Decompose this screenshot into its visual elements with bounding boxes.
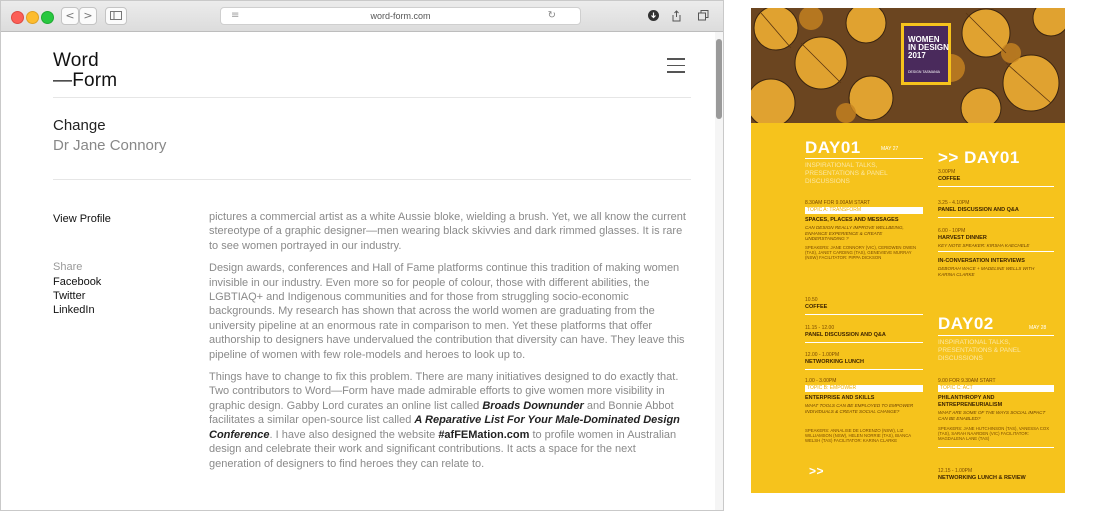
browser-window: < > ≡ word-form.com ↻ Word —Form Change … bbox=[0, 0, 724, 511]
broads-downunder-link[interactable]: Broads Downunder bbox=[482, 400, 583, 412]
article-author: Dr Jane Connory bbox=[53, 137, 167, 154]
download-icon bbox=[647, 10, 659, 21]
paragraph-3: Things have to change to fix this proble… bbox=[209, 371, 680, 470]
browser-toolbar: < > ≡ word-form.com ↻ bbox=[1, 1, 723, 32]
article-body: pictures a commercial artist as a white … bbox=[209, 210, 687, 479]
share-button[interactable] bbox=[665, 7, 687, 25]
sidebar-toggle-button[interactable] bbox=[105, 7, 127, 25]
day01-continued-heading: >> DAY01 bbox=[938, 148, 1020, 167]
scrollbar-thumb[interactable] bbox=[716, 39, 722, 119]
close-window-button[interactable] bbox=[11, 11, 24, 24]
header-divider bbox=[53, 97, 691, 98]
logo-line-1: Word bbox=[53, 50, 99, 71]
share-facebook-link[interactable]: Facebook bbox=[53, 276, 101, 288]
paragraph-1: pictures a commercial artist as a white … bbox=[209, 211, 686, 252]
hamburger-menu-icon[interactable] bbox=[667, 58, 685, 78]
poster-header-photo: WOMEN IN DESIGN 2017 DESIGN TASMANIA bbox=[751, 8, 1065, 123]
share-label: Share bbox=[53, 261, 83, 273]
forward-button[interactable]: > bbox=[79, 7, 97, 25]
back-icon: < bbox=[65, 9, 75, 22]
url-text: word-form.com bbox=[370, 11, 431, 21]
affemation-link[interactable]: #afFEMation.com bbox=[438, 429, 529, 441]
view-profile-link[interactable]: View Profile bbox=[53, 213, 111, 225]
title-divider bbox=[53, 179, 691, 180]
event-poster-image: WOMEN IN DESIGN 2017 DESIGN TASMANIA DAY… bbox=[751, 8, 1065, 493]
share-icon bbox=[672, 10, 680, 22]
back-button[interactable]: < bbox=[61, 7, 79, 25]
tabs-overview-button[interactable] bbox=[692, 7, 714, 25]
minimize-window-button[interactable] bbox=[26, 11, 39, 24]
web-page: Word —Form Change Dr Jane Connory View P… bbox=[1, 32, 717, 510]
day02-heading: DAY02 bbox=[938, 314, 994, 333]
sidebar-icon bbox=[110, 11, 122, 20]
tabs-icon bbox=[697, 10, 708, 21]
logo-line-2: —Form bbox=[53, 70, 118, 91]
site-logo[interactable]: Word —Form bbox=[53, 51, 117, 91]
reload-icon[interactable]: ↻ bbox=[548, 8, 556, 24]
forward-icon: > bbox=[83, 9, 93, 22]
share-linkedin-link[interactable]: LinkedIn bbox=[53, 304, 95, 316]
downloads-button[interactable] bbox=[642, 7, 664, 25]
address-bar[interactable]: ≡ word-form.com ↻ bbox=[220, 7, 581, 25]
day01-heading: DAY01 bbox=[805, 138, 861, 157]
share-twitter-link[interactable]: Twitter bbox=[53, 290, 85, 302]
zoom-window-button[interactable] bbox=[41, 11, 54, 24]
article-title: Change bbox=[53, 117, 106, 134]
women-in-design-badge: WOMEN IN DESIGN 2017 DESIGN TASMANIA bbox=[901, 23, 951, 85]
paragraph-2: Design awards, conferences and Hall of F… bbox=[209, 262, 685, 361]
